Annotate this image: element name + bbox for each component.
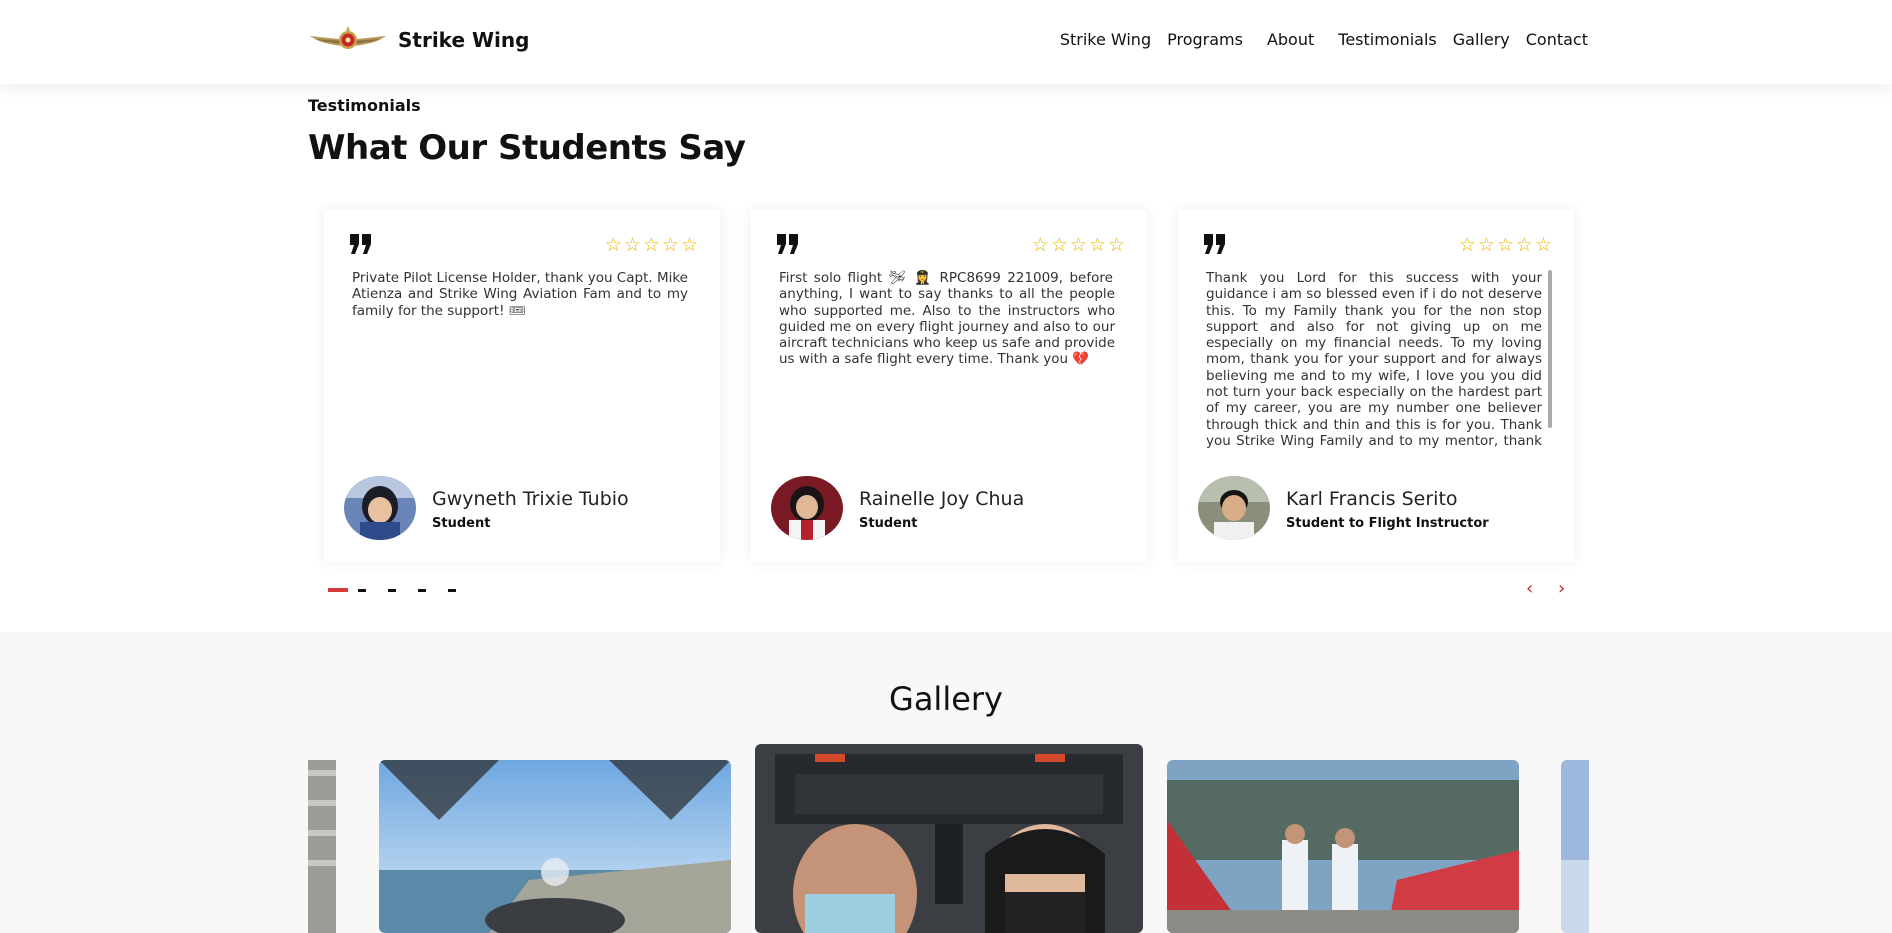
gallery-title: Gallery: [889, 680, 1003, 718]
star-icon: ☆: [1107, 234, 1125, 256]
gallery-photo[interactable]: [1167, 760, 1519, 933]
star-icon: ☆: [1477, 234, 1495, 256]
nav-testimonials[interactable]: Testimonials: [1338, 30, 1437, 49]
quote-icon: [350, 234, 371, 254]
next-arrow-icon[interactable]: ›: [1558, 578, 1565, 599]
gallery-section: Gallery: [0, 632, 1892, 933]
star-icon: ☆: [661, 234, 679, 256]
site-header: Strike Wing Strike Wing Programs About T…: [0, 0, 1892, 84]
testimonial-card: ☆ ☆ ☆ ☆ ☆ Private Pilot License Holder, than…: [324, 210, 720, 562]
brand-name: Strike Wing: [398, 28, 530, 52]
nav-strike-wing[interactable]: Strike Wing: [1060, 30, 1151, 49]
person-name: Rainelle Joy Chua: [859, 488, 1025, 510]
star-icon: ☆: [623, 234, 641, 256]
text-scrollbar[interactable]: [1548, 270, 1552, 428]
star-icon: ☆: [1534, 234, 1552, 256]
star-icon: ☆: [642, 234, 660, 256]
gallery-photo[interactable]: [1561, 760, 1589, 933]
pagination-dot-1[interactable]: [328, 588, 348, 592]
wings-logo-icon: [310, 26, 386, 49]
section-label: Testimonials: [308, 96, 421, 115]
star-rating: ☆ ☆ ☆ ☆ ☆: [1459, 236, 1552, 255]
pagination-dot-5[interactable]: [448, 588, 456, 592]
star-icon: ☆: [1515, 234, 1533, 256]
star-icon: ☆: [1031, 234, 1049, 256]
nav-programs[interactable]: Programs: [1167, 30, 1243, 49]
quote-icon: [777, 234, 798, 254]
star-icon: ☆: [1496, 234, 1514, 256]
avatar: [771, 476, 843, 540]
pagination-dot-3[interactable]: [388, 588, 396, 592]
avatar: [344, 476, 416, 540]
quote-icon: [1204, 234, 1225, 254]
star-rating: ☆ ☆ ☆ ☆ ☆: [605, 236, 698, 255]
prev-arrow-icon[interactable]: ‹: [1526, 578, 1533, 599]
person-name: Gwyneth Trixie Tubio: [432, 488, 629, 510]
star-rating: ☆ ☆ ☆ ☆ ☆: [1032, 236, 1125, 255]
person-role: Student: [432, 516, 491, 531]
brand[interactable]: Strike Wing: [308, 22, 529, 58]
gallery-photo[interactable]: [755, 744, 1143, 933]
star-icon: ☆: [1050, 234, 1068, 256]
pagination-dot-4[interactable]: [418, 588, 426, 592]
testimonial-card: ☆ ☆ ☆ ☆ ☆ Thank you Lord for this success wi…: [1178, 210, 1574, 562]
avatar: [1198, 476, 1270, 540]
testimonial-text: Private Pilot License Holder, thank you …: [352, 270, 688, 319]
section-title: What Our Students Say: [308, 128, 746, 168]
nav-about[interactable]: About: [1267, 30, 1314, 49]
person-name: Karl Francis Serito: [1286, 488, 1458, 510]
gallery-photo[interactable]: [379, 760, 731, 933]
gallery-photo[interactable]: [308, 760, 336, 933]
person-role: Student to Flight Instructor: [1286, 516, 1489, 531]
main-nav: Strike Wing Programs About Testimonials …: [1060, 30, 1588, 49]
star-icon: ☆: [680, 234, 698, 256]
person-role: Student: [859, 516, 918, 531]
testimonial-card: ☆ ☆ ☆ ☆ ☆ First solo flight 🛩 👩‍✈️ RPC8699 2…: [751, 210, 1147, 562]
testimonial-text[interactable]: Thank you Lord for this success with you…: [1206, 270, 1542, 450]
star-icon: ☆: [1088, 234, 1106, 256]
star-icon: ☆: [1458, 234, 1476, 256]
pagination-dot-2[interactable]: [358, 588, 366, 592]
carousel-pagination: [328, 588, 478, 592]
nav-gallery[interactable]: Gallery: [1453, 30, 1510, 49]
testimonial-text: First solo flight 🛩 👩‍✈️ RPC8699 221009,…: [779, 270, 1115, 368]
star-icon: ☆: [1069, 234, 1087, 256]
star-icon: ☆: [604, 234, 622, 256]
nav-contact[interactable]: Contact: [1526, 30, 1588, 49]
